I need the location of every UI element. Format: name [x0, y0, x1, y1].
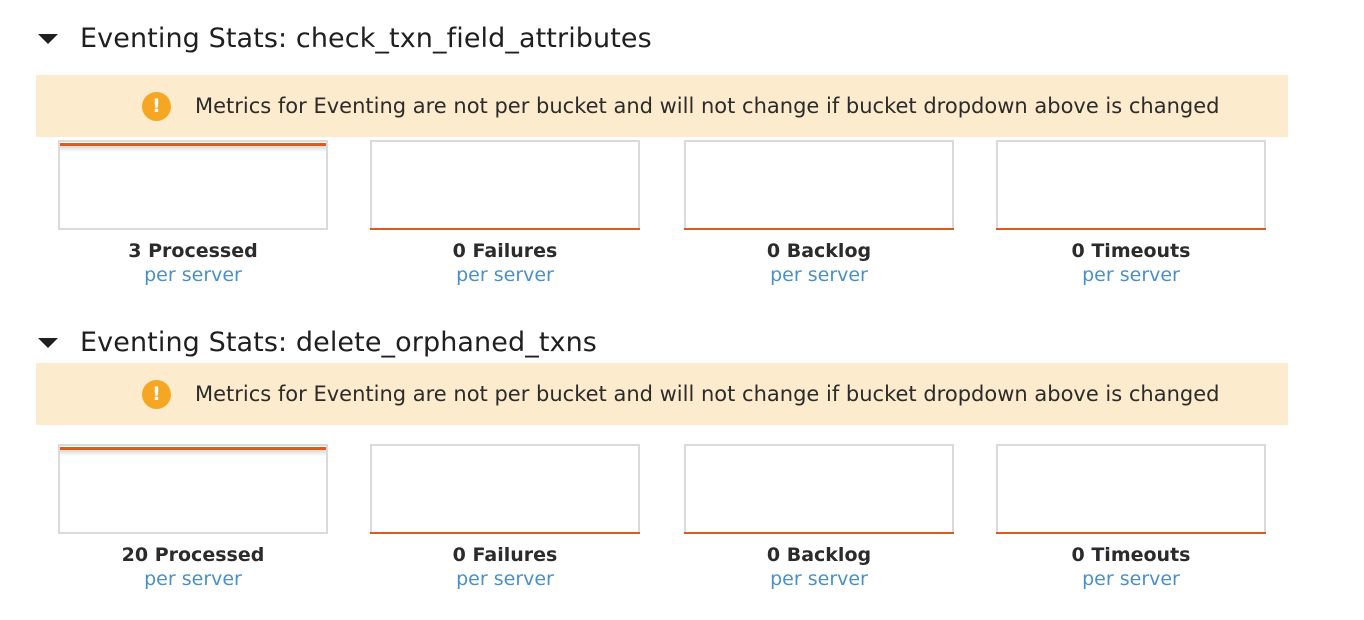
- per-server-link[interactable]: per server: [996, 568, 1266, 590]
- caret-down-icon[interactable]: [38, 338, 58, 348]
- chart-failures: 0 Failures per server: [370, 140, 640, 286]
- series-line: [684, 532, 954, 534]
- backlog-chart[interactable]: [684, 444, 954, 534]
- chart-backlog: 0 Backlog per server: [684, 140, 954, 286]
- processed-chart[interactable]: [58, 444, 328, 534]
- chart-label: 0 Failures: [452, 544, 558, 566]
- chart-row: 20 Processed per server 0 Failures per s…: [0, 444, 1364, 594]
- timeouts-chart[interactable]: [996, 444, 1266, 534]
- failures-chart[interactable]: [370, 444, 640, 534]
- chart-label: 0 Timeouts: [1071, 544, 1191, 566]
- chart-failures: 0 Failures per server: [370, 444, 640, 590]
- processed-chart[interactable]: [58, 140, 328, 230]
- failures-chart[interactable]: [370, 140, 640, 230]
- warning-icon: !: [142, 91, 171, 121]
- series-line: [996, 228, 1266, 230]
- series-line: [684, 228, 954, 230]
- chart-timeouts: 0 Timeouts per server: [996, 140, 1266, 286]
- chart-processed: 3 Processed per server: [58, 140, 328, 286]
- chart-label: 0 Failures: [452, 240, 558, 262]
- series-line: [370, 532, 640, 534]
- section-title: Eventing Stats: check_txn_field_attribut…: [80, 22, 652, 54]
- per-server-link[interactable]: per server: [58, 568, 328, 590]
- chart-backlog: 0 Backlog per server: [684, 444, 954, 590]
- per-server-link[interactable]: per server: [370, 264, 640, 286]
- chart-label: 20 Processed: [121, 544, 265, 566]
- notice-banner: ! Metrics for Eventing are not per bucke…: [36, 75, 1288, 137]
- notice-banner: ! Metrics for Eventing are not per bucke…: [36, 363, 1288, 425]
- chart-timeouts: 0 Timeouts per server: [996, 444, 1266, 590]
- per-server-link[interactable]: per server: [58, 264, 328, 286]
- notice-text: Metrics for Eventing are not per bucket …: [195, 94, 1220, 118]
- per-server-link[interactable]: per server: [370, 568, 640, 590]
- per-server-link[interactable]: per server: [684, 264, 954, 286]
- series-shadow: [60, 146, 326, 152]
- chart-label: 0 Timeouts: [1071, 240, 1191, 262]
- notice-text: Metrics for Eventing are not per bucket …: [195, 382, 1220, 406]
- per-server-link[interactable]: per server: [684, 568, 954, 590]
- chart-processed: 20 Processed per server: [58, 444, 328, 590]
- backlog-chart[interactable]: [684, 140, 954, 230]
- series-shadow: [60, 450, 326, 456]
- section-toggle[interactable]: Eventing Stats: check_txn_field_attribut…: [38, 18, 652, 58]
- chart-row: 3 Processed per server 0 Failures per se…: [0, 140, 1364, 290]
- caret-down-icon[interactable]: [38, 34, 58, 44]
- chart-label: 3 Processed: [128, 240, 258, 262]
- section-toggle[interactable]: Eventing Stats: delete_orphaned_txns: [38, 322, 597, 362]
- timeouts-chart[interactable]: [996, 140, 1266, 230]
- chart-label: 0 Backlog: [766, 240, 872, 262]
- series-line: [996, 532, 1266, 534]
- series-line: [370, 228, 640, 230]
- section-title: Eventing Stats: delete_orphaned_txns: [80, 326, 597, 358]
- chart-label: 0 Backlog: [766, 544, 872, 566]
- warning-icon: !: [142, 379, 171, 409]
- per-server-link[interactable]: per server: [996, 264, 1266, 286]
